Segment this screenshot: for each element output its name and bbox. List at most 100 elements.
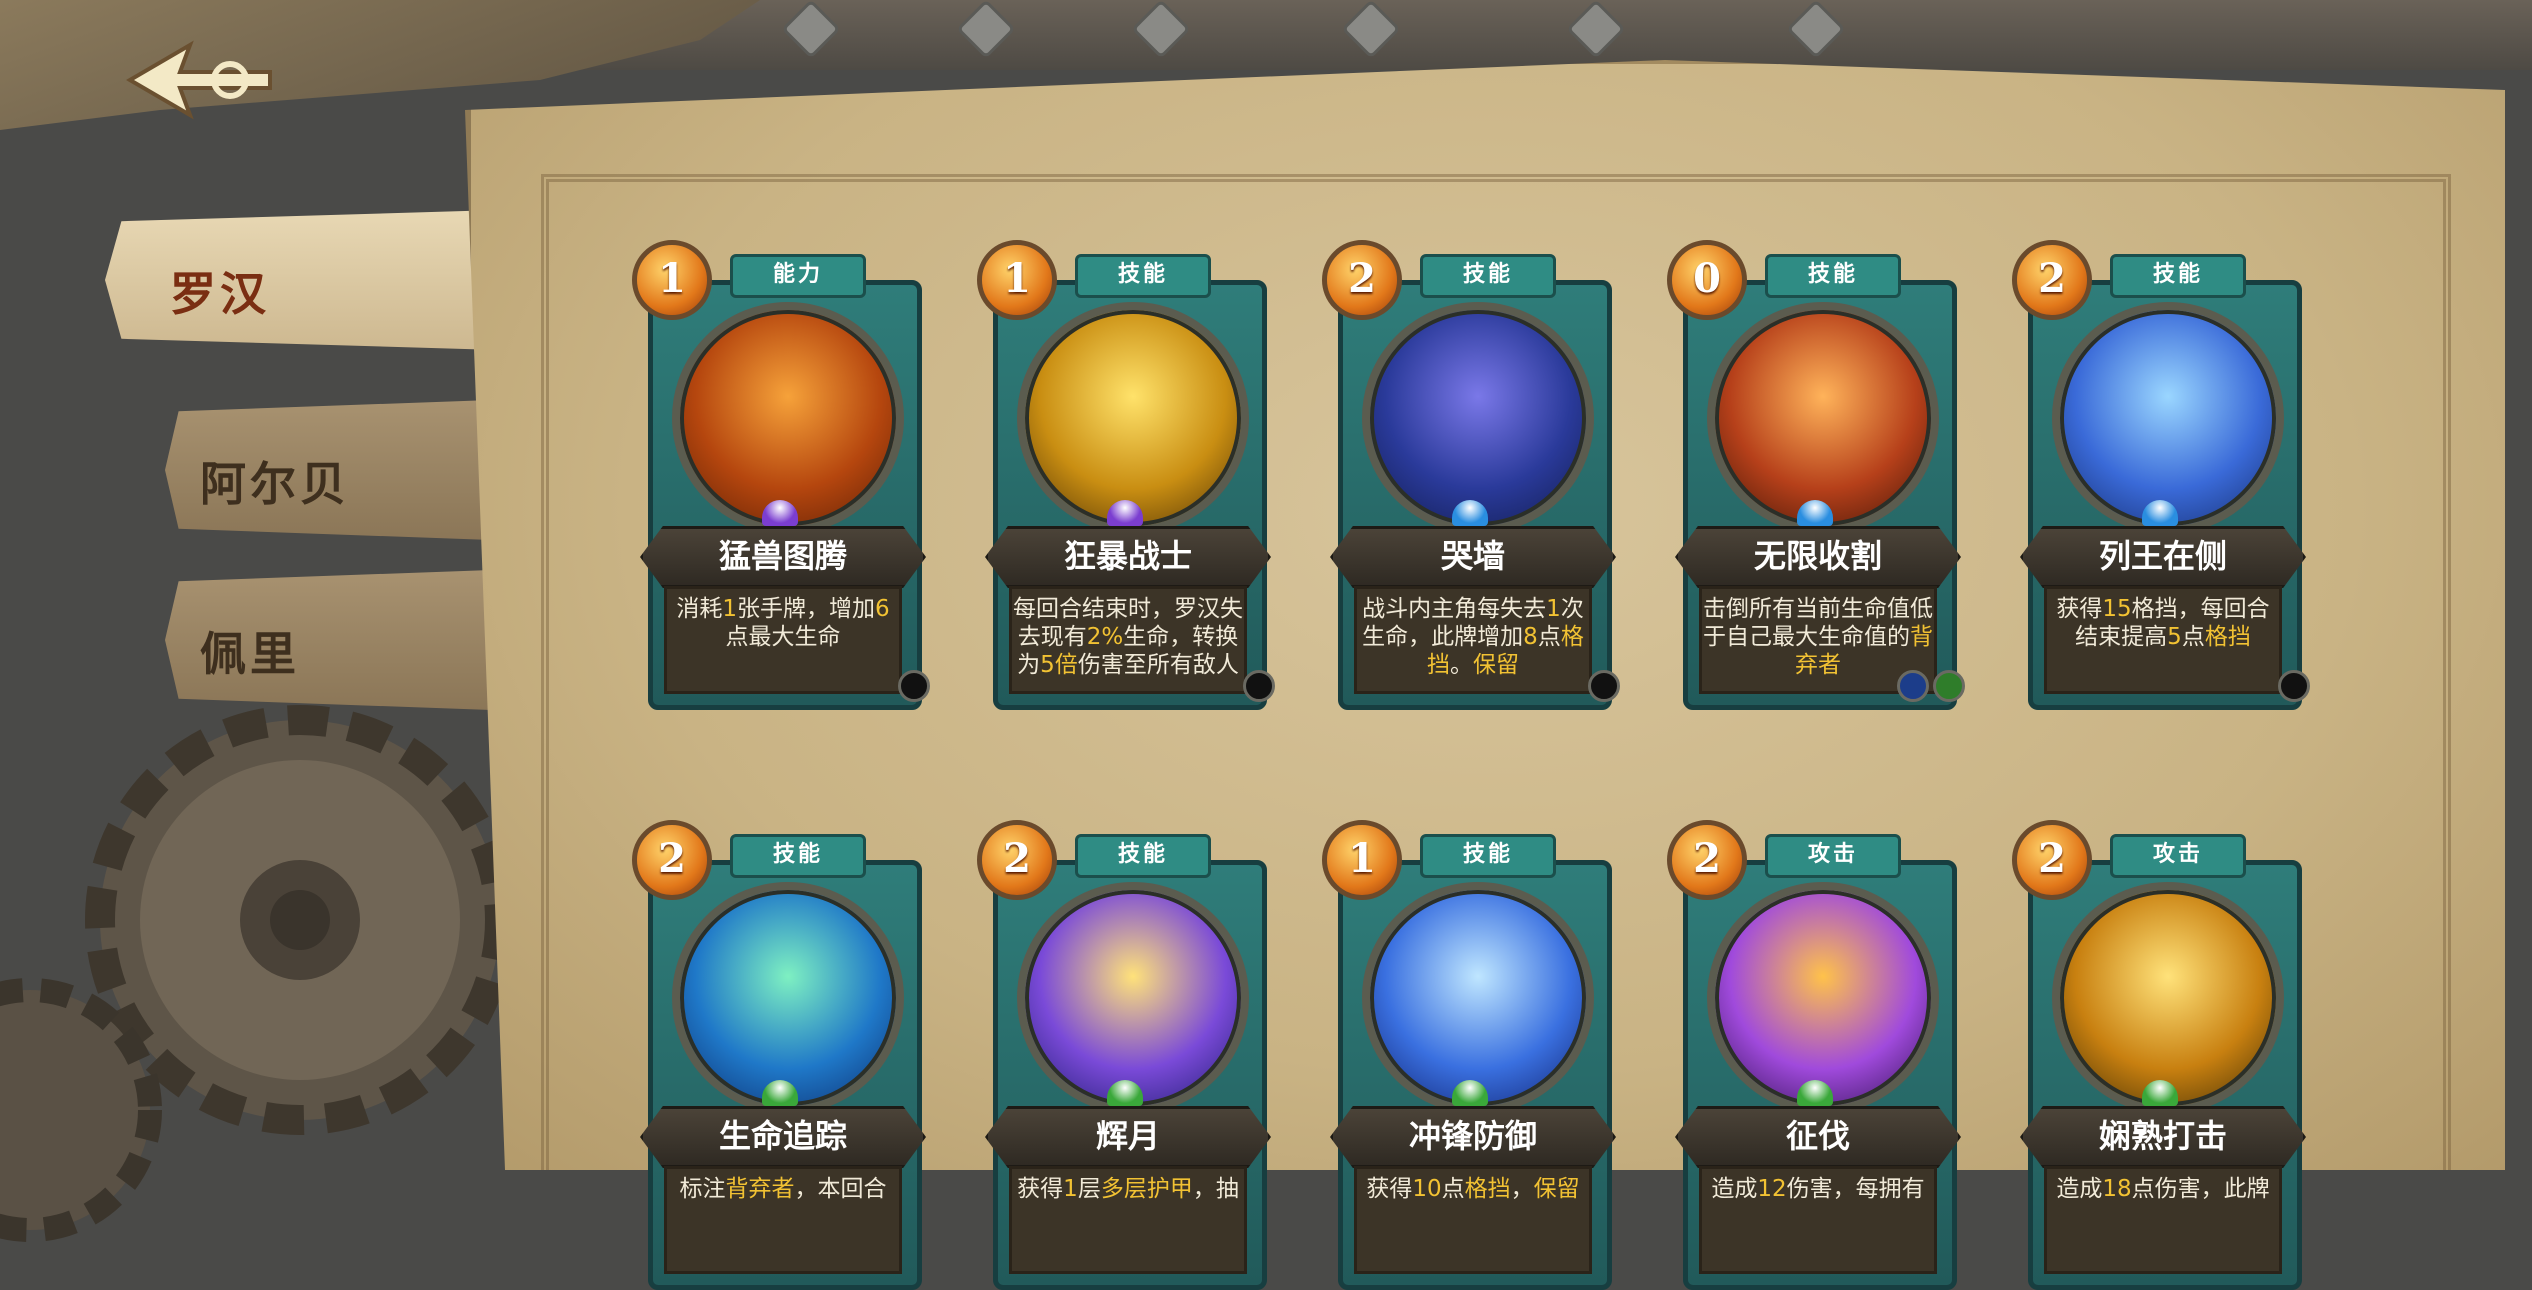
card-name: 哭墙 [1330, 526, 1616, 588]
card-art [1017, 882, 1249, 1114]
description-segment: 保留 [1473, 652, 1519, 678]
gear-icon [0, 978, 162, 1242]
description-segment: 获得 [1017, 1176, 1064, 1202]
card-art [1017, 302, 1249, 534]
card[interactable]: 能力 1 猛兽图腾 消耗1张手牌，增加6点最大生命 [630, 240, 930, 710]
card[interactable]: 攻击 2 征伐 造成12伤害，每拥有 [1665, 820, 1965, 1290]
card-type-label: 技能 [1075, 834, 1211, 878]
card[interactable]: 攻击 2 娴熟打击 造成18点伤害，此牌 [2010, 820, 2310, 1290]
card-description: 获得1层多层护甲，抽 [1009, 1166, 1247, 1274]
tab-label: 佩里 [200, 627, 300, 681]
card-cost: 1 [632, 240, 712, 320]
description-segment: ，抽 [1192, 1176, 1239, 1202]
card-art [1707, 882, 1939, 1114]
card-name: 无限收割 [1675, 526, 1961, 588]
card-name: 征伐 [1675, 1106, 1961, 1168]
card[interactable]: 技能 1 冲锋防御 获得10点格挡，保留 [1320, 820, 1620, 1290]
description-segment: 点 [1441, 1176, 1465, 1202]
description-segment: 造成 [1711, 1176, 1758, 1202]
description-segment: 点最大生命 [725, 624, 841, 650]
tab-label: 罗汉 [170, 267, 270, 321]
description-segment: 保留 [1533, 1176, 1580, 1202]
card-art [2052, 302, 2284, 534]
card-description: 每回合结束时，罗汉失去现有2%生命，转换为5倍伤害至所有敌人 [1009, 586, 1247, 694]
card-cost: 2 [1322, 240, 1402, 320]
card-name: 冲锋防御 [1330, 1106, 1616, 1168]
description-segment: ，本回合 [794, 1176, 887, 1202]
description-segment: 5 [2167, 624, 2182, 650]
card-description: 造成12伤害，每拥有 [1699, 1166, 1937, 1274]
description-segment: 12 [1757, 1176, 1787, 1202]
bolt-icon [1786, 0, 1846, 59]
card-art [1362, 882, 1594, 1114]
tab-peili[interactable]: 佩里 [165, 570, 505, 710]
description-segment: 标注 [679, 1176, 726, 1202]
back-button[interactable] [120, 40, 280, 120]
tab-aerbei[interactable]: 阿尔贝 [165, 400, 505, 540]
card-type-label: 技能 [730, 834, 866, 878]
description-segment: 伤害至所有敌人 [1077, 652, 1239, 678]
card-description: 造成18点伤害，此牌 [2044, 1166, 2282, 1274]
card-art [2052, 882, 2284, 1114]
card-description: 消耗1张手牌，增加6 点最大生命 [664, 586, 902, 694]
status-dot-icon [898, 670, 930, 702]
description-segment: 战斗内主角每失去 [1362, 596, 1547, 622]
description-segment: 6 [875, 596, 890, 622]
card-type-label: 技能 [1075, 254, 1211, 298]
description-segment: 背弃者 [725, 1176, 795, 1202]
card-description: 战斗内主角每失去1次生命，此牌增加8点格挡。保留 [1354, 586, 1592, 694]
card-art [672, 302, 904, 534]
bolt-icon [1131, 0, 1191, 59]
description-segment: 1 [722, 596, 737, 622]
card-type-label: 能力 [730, 254, 866, 298]
card[interactable]: 技能 2 哭墙 战斗内主角每失去1次生命，此牌增加8点格挡。保留 [1320, 240, 1620, 710]
card-type-label: 技能 [2110, 254, 2246, 298]
status-dot-icon [1933, 670, 1965, 702]
description-segment: 15 [2102, 596, 2132, 622]
card-description: 标注背弃者，本回合 [664, 1166, 902, 1274]
bolt-icon [1566, 0, 1626, 59]
card-art [1362, 302, 1594, 534]
card-type-label: 技能 [1420, 834, 1556, 878]
card-name: 猛兽图腾 [640, 526, 926, 588]
description-segment: 点 [1537, 624, 1561, 650]
card[interactable]: 技能 2 生命追踪 标注背弃者，本回合 [630, 820, 930, 1290]
card-art [1707, 302, 1939, 534]
status-dot-icon [1243, 670, 1275, 702]
description-segment: 造成 [2056, 1176, 2103, 1202]
card-type-label: 攻击 [2110, 834, 2246, 878]
description-segment: 18 [2102, 1176, 2132, 1202]
card-name: 辉月 [985, 1106, 1271, 1168]
card-type-label: 技能 [1420, 254, 1556, 298]
status-dot-icon [1588, 670, 1620, 702]
card[interactable]: 技能 1 狂暴战士 每回合结束时，罗汉失去现有2%生命，转换为5倍伤害至所有敌人 [975, 240, 1275, 710]
bolt-icon [956, 0, 1016, 59]
card[interactable]: 技能 2 辉月 获得1层多层护甲，抽 [975, 820, 1275, 1290]
tab-luohan[interactable]: 罗汉 [105, 210, 515, 350]
card[interactable]: 技能 0 无限收割 击倒所有当前生命值低于自己最大生命值的背弃者 [1665, 240, 1965, 710]
description-segment: 点伤害，此牌 [2131, 1176, 2270, 1202]
description-segment: 8 [1523, 624, 1538, 650]
description-segment: 10 [1412, 1176, 1442, 1202]
status-dot-icon [1897, 670, 1929, 702]
description-segment: 格挡 [2204, 624, 2251, 650]
description-segment: 消耗 [676, 596, 723, 622]
card-cost: 2 [2012, 820, 2092, 900]
description-segment: 2% [1086, 624, 1124, 650]
card-description: 获得10点格挡，保留 [1354, 1166, 1592, 1274]
card-type-label: 技能 [1765, 254, 1901, 298]
card-type-label: 攻击 [1765, 834, 1901, 878]
description-segment: 层 [1077, 1176, 1101, 1202]
card-name: 娴熟打击 [2020, 1106, 2306, 1168]
description-segment: 张手牌，增加 [737, 596, 875, 622]
description-segment: 点 [2181, 624, 2205, 650]
description-segment: 击倒所有当前生命值低于自己最大生命值的 [1703, 596, 1933, 650]
description-segment: 1 [1063, 1176, 1078, 1202]
card[interactable]: 技能 2 列王在侧 获得15格挡，每回合结束提高5点格挡 [2010, 240, 2310, 710]
description-segment: 伤害，每拥有 [1786, 1176, 1925, 1202]
card-description: 获得15格挡，每回合结束提高5点格挡 [2044, 586, 2282, 694]
card-cost: 2 [632, 820, 712, 900]
card-cost: 1 [977, 240, 1057, 320]
tab-label: 阿尔贝 [200, 457, 350, 511]
card-art [672, 882, 904, 1114]
